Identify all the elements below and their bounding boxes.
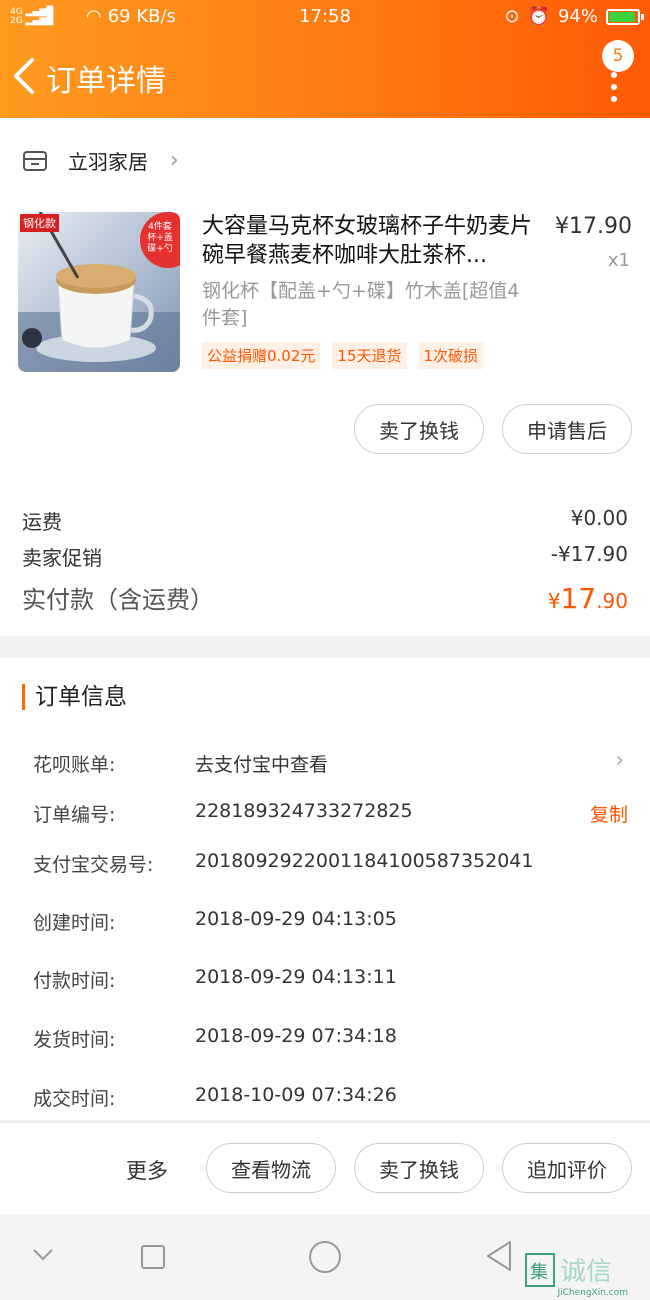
lock-icon: ⊙ xyxy=(504,6,520,27)
alarm-icon: ⏰ xyxy=(527,6,550,27)
chevron-right-icon: › xyxy=(615,748,624,773)
service-tag: 公益捐赠0.02元 xyxy=(202,342,321,369)
product-sku: 钢化杯【配盖+勺+碟】竹木盖[超值4件套] xyxy=(202,280,520,329)
message-badge[interactable]: 5 xyxy=(602,40,634,72)
item-actions: 卖了换钱 申请售后 xyxy=(354,404,632,454)
order-number-label: 订单编号: xyxy=(33,804,116,826)
thumb-badge: 4件套 杯+盖 碟+勺 xyxy=(147,222,173,254)
created-time: 2018-09-29 04:13:05 xyxy=(195,908,397,930)
promo-label: 卖家促销 xyxy=(22,546,102,570)
huabei-label: 花呗账单: xyxy=(33,754,116,776)
product-title[interactable]: 大容量马克杯女玻璃杯子牛奶麦片碗早餐燕麦杯咖啡大肚茶杯... xyxy=(202,212,542,270)
shipped-time-label: 发货时间: xyxy=(33,1029,116,1051)
shipped-time: 2018-09-29 07:34:18 xyxy=(195,1025,397,1047)
battery-icon xyxy=(606,8,644,25)
more-button[interactable]: 更多 xyxy=(126,1155,168,1185)
battery-percent: 94% xyxy=(557,6,598,27)
section-title: 订单信息 xyxy=(22,684,127,710)
back-icon[interactable] xyxy=(10,56,38,96)
thumb-label: 钢化款 xyxy=(20,214,59,232)
recent-apps-icon[interactable] xyxy=(140,1244,166,1270)
watermark-text: JiChengXin.com xyxy=(557,1288,628,1298)
done-time: 2018-10-09 07:34:26 xyxy=(195,1084,397,1106)
shop-icon xyxy=(23,150,47,171)
service-tag: 15天退货 xyxy=(332,342,407,369)
status-bar: 4G ▂▄▆█ 2G ▂▄▆█ ◠ 69 KB/s 17:58 ⊙ ⏰ 94% xyxy=(0,0,650,34)
service-tag: 1次破损 xyxy=(418,342,484,369)
promo-row: 卖家促销 -¥17.90 xyxy=(22,542,628,571)
after-sale-button[interactable]: 申请售后 xyxy=(502,404,632,454)
product-thumbnail[interactable]: 钢化款 4件套 杯+盖 碟+勺 xyxy=(18,212,180,372)
order-number: 2281893247332728​25 xyxy=(195,800,413,822)
service-tags: 公益捐赠0.02元 15天退货 1次破损 xyxy=(202,342,484,369)
copy-button[interactable]: 复制 xyxy=(590,800,628,827)
sell-button[interactable]: 卖了换钱 xyxy=(354,1143,484,1193)
chevron-right-icon: › xyxy=(170,148,179,173)
shipping-value: ¥0.00 xyxy=(570,506,628,530)
shop-link[interactable]: 立羽家居 › xyxy=(22,146,179,175)
alipay-number-label: 支付宝交易号: xyxy=(33,854,154,876)
svg-text:集: 集 xyxy=(530,1262,548,1283)
done-time-label: 成交时间: xyxy=(33,1088,116,1110)
add-review-button[interactable]: 追加评价 xyxy=(502,1143,632,1193)
product-quantity: x1 xyxy=(607,250,630,271)
svg-text:诚信: 诚信 xyxy=(560,1257,612,1287)
alipay-number: 2018092922001184100587352041 xyxy=(195,850,534,872)
sell-item-button[interactable]: 卖了换钱 xyxy=(354,404,484,454)
thumb-badge-sub: 杯+盖 碟+勺 xyxy=(147,233,173,254)
paid-label: 实付款（含运费） xyxy=(22,586,214,614)
header: 4G ▂▄▆█ 2G ▂▄▆█ ◠ 69 KB/s 17:58 ⊙ ⏰ 94% 订… xyxy=(0,0,650,118)
paid-row: 实付款（含运费） ¥17.90 xyxy=(22,580,628,615)
huabei-value: 去支付宝中查看 xyxy=(195,754,329,776)
order-info-card: 订单信息 花呗账单: 去支付宝中查看 › 订单编号: 2281893247332… xyxy=(0,658,650,1120)
order-item-card: 立羽家居 › 钢化款 4件套 杯+盖 碟+勺 大容量马克杯女玻璃杯子牛奶麦片碗早… xyxy=(0,118,650,636)
bottom-action-bar: 更多 查看物流 卖了换钱 追加评价 xyxy=(0,1122,650,1214)
paid-time-label: 付款时间: xyxy=(33,970,116,992)
created-time-label: 创建时间: xyxy=(33,912,116,934)
shop-name: 立羽家居 xyxy=(68,150,148,174)
paid-time: 2018-09-29 04:13:11 xyxy=(195,966,397,988)
product-price: ¥17.90 xyxy=(555,214,632,239)
promo-value: -¥17.90 xyxy=(550,542,628,566)
logistics-button[interactable]: 查看物流 xyxy=(206,1143,336,1193)
nav-bar: 订单详情 5 xyxy=(0,40,650,108)
shipping-label: 运费 xyxy=(22,510,62,534)
hide-nav-icon[interactable] xyxy=(32,1248,54,1262)
paid-amount: ¥17.90 xyxy=(547,582,628,615)
shipping-row: 运费 ¥0.00 xyxy=(22,506,628,535)
more-menu-button[interactable] xyxy=(608,72,620,112)
page-title: 订单详情 xyxy=(46,64,166,99)
back-nav-icon[interactable] xyxy=(484,1240,514,1272)
home-icon[interactable] xyxy=(308,1240,342,1274)
